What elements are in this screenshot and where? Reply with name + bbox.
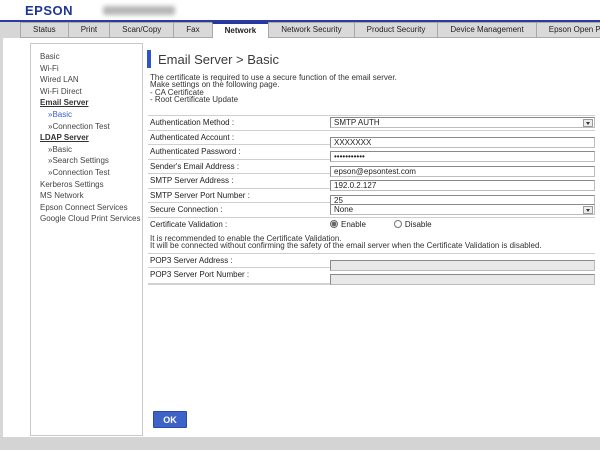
sender-email-label: Sender's Email Address : <box>148 162 330 171</box>
sidebar-section-ldap-server[interactable]: LDAP Server <box>31 132 142 144</box>
pop3-port-label: POP3 Server Port Number : <box>148 270 330 279</box>
tab-epson-open-platform[interactable]: Epson Open Platform <box>536 22 600 38</box>
tab-device-management[interactable]: Device Management <box>437 22 536 38</box>
secure-connection-value: None <box>334 205 353 214</box>
authentication-method-select[interactable]: SMTP AUTH <box>330 117 595 128</box>
sidebar-item-wifi-direct[interactable]: Wi-Fi Direct <box>31 86 142 98</box>
certificate-validation-note: It is recommended to enable the Certific… <box>148 231 595 253</box>
chevron-down-icon[interactable] <box>583 119 593 127</box>
authenticated-account-label: Authenticated Account : <box>148 133 330 142</box>
tab-print[interactable]: Print <box>68 22 110 38</box>
sidebar-item-ms-network[interactable]: MS Network <box>31 190 142 202</box>
tab-status[interactable]: Status <box>20 22 69 38</box>
authentication-method-value: SMTP AUTH <box>334 118 380 127</box>
epson-logo: EPSON <box>25 3 73 18</box>
form-row-authenticated-account: Authenticated Account : <box>148 130 595 145</box>
tab-network[interactable]: Network <box>212 22 270 38</box>
form-row-sender-email: Sender's Email Address : <box>148 159 595 174</box>
ok-button[interactable]: OK <box>153 411 187 428</box>
sidebar-item-email-server-connection-test[interactable]: »Connection Test <box>31 121 142 133</box>
secure-connection-label: Secure Connection : <box>148 205 330 214</box>
tab-scan-copy[interactable]: Scan/Copy <box>109 22 174 38</box>
left-margin <box>0 38 3 450</box>
sidebar-item-wifi[interactable]: Wi-Fi <box>31 63 142 75</box>
sidebar-item-ldap-connection-test[interactable]: »Connection Test <box>31 167 142 179</box>
certificate-validation-radio-group: Enable Disable <box>330 219 595 230</box>
sidebar-item-ldap-search-settings[interactable]: »Search Settings <box>31 155 142 167</box>
intro-text: The certificate is required to use a sec… <box>150 74 397 103</box>
sidebar-item-wired-lan[interactable]: Wired LAN <box>31 74 142 86</box>
form-row-authentication-method: Authentication Method : SMTP AUTH <box>148 115 595 130</box>
tab-product-security[interactable]: Product Security <box>354 22 439 38</box>
form-row-authenticated-password: Authenticated Password : <box>148 144 595 159</box>
smtp-port-label: SMTP Server Port Number : <box>148 191 330 200</box>
intro-line: - Root Certificate Update <box>150 96 397 103</box>
pop3-port-input <box>330 274 595 285</box>
sidebar-menu: Basic Wi-Fi Wired LAN Wi-Fi Direct Email… <box>30 43 143 436</box>
sidebar-item-epson-connect-services[interactable]: Epson Connect Services <box>31 202 142 214</box>
form-row-pop3-port: POP3 Server Port Number : <box>148 267 595 282</box>
disable-radio[interactable] <box>394 220 402 228</box>
tab-bar: Status Print Scan/Copy Fax Network Netwo… <box>0 22 600 38</box>
secure-connection-select[interactable]: None <box>330 204 595 215</box>
authentication-method-label: Authentication Method : <box>148 118 330 127</box>
sidebar-item-email-server-basic[interactable]: »Basic <box>31 109 142 121</box>
form-row-smtp-port: SMTP Server Port Number : <box>148 188 595 203</box>
sidebar-section-email-server[interactable]: Email Server <box>31 97 142 109</box>
bottom-margin <box>0 437 600 450</box>
header: EPSON <box>0 0 600 20</box>
enable-radio-label: Enable <box>341 220 366 229</box>
title-accent-bar <box>147 50 151 68</box>
model-name-redacted <box>103 6 175 15</box>
disable-radio-label: Disable <box>405 220 432 229</box>
certificate-validation-enable-option[interactable]: Enable <box>330 220 366 229</box>
form-row-pop3-address: POP3 Server Address : <box>148 253 595 268</box>
form-row-smtp-address: SMTP Server Address : <box>148 173 595 188</box>
tab-fax[interactable]: Fax <box>173 22 212 38</box>
sidebar-item-google-cloud-print-services[interactable]: Google Cloud Print Services <box>31 213 142 225</box>
form-row-secure-connection: Secure Connection : None <box>148 202 595 217</box>
form-row-certificate-validation: Certificate Validation : Enable Disable <box>148 217 595 232</box>
sidebar-item-basic[interactable]: Basic <box>31 51 142 63</box>
certificate-validation-label: Certificate Validation : <box>148 220 330 229</box>
certificate-validation-disable-option[interactable]: Disable <box>394 220 432 229</box>
smtp-address-label: SMTP Server Address : <box>148 176 330 185</box>
authenticated-password-label: Authenticated Password : <box>148 147 330 156</box>
pop3-address-label: POP3 Server Address : <box>148 256 330 265</box>
chevron-down-icon[interactable] <box>583 206 593 214</box>
tab-network-security[interactable]: Network Security <box>268 22 354 38</box>
sidebar-item-kerberos-settings[interactable]: Kerberos Settings <box>31 179 142 191</box>
sidebar-item-ldap-basic[interactable]: »Basic <box>31 144 142 156</box>
page-title: Email Server > Basic <box>158 52 279 67</box>
email-server-form: Authentication Method : SMTP AUTH Authen… <box>148 115 595 285</box>
note-line: It will be connected without confirming … <box>150 242 595 250</box>
enable-radio[interactable] <box>330 220 338 228</box>
